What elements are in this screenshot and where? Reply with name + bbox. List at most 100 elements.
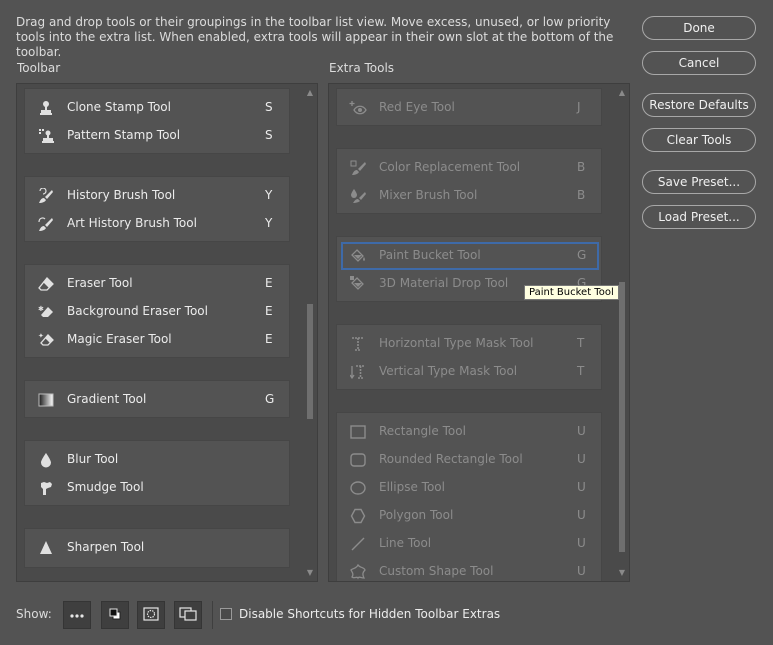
smudge-icon: [36, 480, 56, 496]
more-tools-icon: [69, 608, 85, 622]
art-history-brush-icon: [36, 216, 56, 232]
tool-row[interactable]: Rounded Rectangle Tool U: [337, 446, 601, 474]
tool-group[interactable]: History Brush Tool Y Art History Brush T…: [24, 176, 290, 242]
tool-group[interactable]: Clone Stamp Tool S Pattern Stamp Tool S: [24, 88, 290, 154]
show-label: Show:: [16, 607, 52, 621]
tool-row[interactable]: ✱ Background Eraser Tool E: [25, 298, 289, 326]
ellipse-icon: [348, 480, 368, 496]
tool-row-selected[interactable]: Paint Bucket Tool G: [341, 242, 599, 270]
tool-group[interactable]: Blur Tool Smudge Tool: [24, 440, 290, 506]
tool-label: Mixer Brush Tool: [379, 188, 478, 202]
save-preset-button[interactable]: Save Preset...: [642, 170, 756, 194]
quick-mask-button[interactable]: [137, 601, 165, 629]
clear-tools-button[interactable]: Clear Tools: [642, 128, 756, 152]
tool-shortcut: Y: [265, 188, 273, 202]
tool-label: Polygon Tool: [379, 508, 454, 522]
tool-row[interactable]: Custom Shape Tool U: [337, 558, 601, 581]
quick-mask-icon: [143, 606, 159, 624]
tool-label: Paint Bucket Tool: [379, 248, 481, 262]
tool-label: Pattern Stamp Tool: [67, 128, 181, 142]
screen-mode-button[interactable]: [174, 601, 202, 629]
tool-row[interactable]: Art History Brush Tool Y: [25, 210, 289, 238]
scroll-down-icon[interactable]: ▼: [304, 568, 316, 577]
tool-label: Background Eraser Tool: [67, 304, 208, 318]
tool-row[interactable]: Ellipse Tool U: [337, 474, 601, 502]
line-icon: [348, 536, 368, 552]
tool-row[interactable]: Color Replacement Tool B: [337, 154, 601, 182]
more-tools-button[interactable]: [63, 601, 91, 629]
gradient-icon: [36, 392, 56, 408]
paint-bucket-icon: [348, 248, 368, 264]
tool-shortcut: B: [577, 160, 586, 174]
extra-tools-list[interactable]: Red Eye Tool J Color Replacement Tool B …: [328, 83, 630, 582]
tool-label: Art History Brush Tool: [67, 216, 197, 230]
default-colors-button[interactable]: [101, 601, 129, 629]
scroll-up-icon[interactable]: ▲: [616, 88, 628, 97]
tool-row[interactable]: History Brush Tool Y: [25, 182, 289, 210]
svg-text:✦: ✦: [38, 332, 44, 340]
extra-tools-scrollbar[interactable]: ▲ ▼: [616, 84, 628, 581]
tool-group[interactable]: Sharpen Tool: [24, 528, 290, 568]
done-button[interactable]: Done: [642, 16, 756, 40]
tool-label: Ellipse Tool: [379, 480, 445, 494]
tool-row[interactable]: ✦ Magic Eraser Tool E: [25, 326, 289, 354]
background-eraser-icon: ✱: [36, 304, 56, 320]
tool-group[interactable]: Gradient Tool G: [24, 380, 290, 418]
eraser-icon: [36, 276, 56, 292]
tool-row[interactable]: Rectangle Tool U: [337, 418, 601, 446]
tool-group[interactable]: Red Eye Tool J: [336, 88, 602, 126]
tool-row[interactable]: Vertical Type Mask Tool T: [337, 358, 601, 386]
restore-defaults-button[interactable]: Restore Defaults: [642, 93, 756, 117]
tool-group[interactable]: Rectangle Tool U Rounded Rectangle Tool …: [336, 412, 602, 581]
tool-row[interactable]: Red Eye Tool J: [337, 94, 601, 122]
clone-stamp-icon: [36, 100, 56, 116]
tool-row[interactable]: Pattern Stamp Tool S: [25, 122, 289, 150]
custom-shape-icon: [348, 564, 368, 580]
tool-row[interactable]: Eraser Tool E: [25, 270, 289, 298]
tool-row[interactable]: Gradient Tool G: [25, 386, 289, 414]
footer-divider: [212, 601, 213, 629]
scrollbar-thumb[interactable]: [307, 304, 313, 419]
tool-row[interactable]: Polygon Tool U: [337, 502, 601, 530]
red-eye-icon: [348, 100, 368, 116]
toolbar-list-title: Toolbar: [17, 61, 61, 75]
tool-row[interactable]: Mixer Brush Tool B: [337, 182, 601, 210]
tool-shortcut: U: [577, 452, 586, 466]
scroll-down-icon[interactable]: ▼: [616, 568, 628, 577]
toolbar-list[interactable]: Clone Stamp Tool S Pattern Stamp Tool S …: [16, 83, 318, 582]
scroll-up-icon[interactable]: ▲: [304, 88, 316, 97]
tool-row[interactable]: Sharpen Tool: [25, 534, 289, 562]
tool-shortcut: T: [577, 336, 585, 350]
load-preset-button[interactable]: Load Preset...: [642, 205, 756, 229]
tool-row[interactable]: Line Tool U: [337, 530, 601, 558]
vertical-type-mask-icon: [348, 364, 368, 380]
tool-label: Sharpen Tool: [67, 540, 145, 554]
tool-label: Vertical Type Mask Tool: [379, 364, 518, 378]
cancel-button[interactable]: Cancel: [642, 51, 756, 75]
tool-row[interactable]: Horizontal Type Mask Tool T: [337, 330, 601, 358]
tool-shortcut: E: [265, 304, 273, 318]
tool-group[interactable]: Color Replacement Tool B Mixer Brush Too…: [336, 148, 602, 214]
disable-shortcuts-label[interactable]: Disable Shortcuts for Hidden Toolbar Ext…: [239, 607, 500, 621]
tool-shortcut: G: [265, 392, 275, 406]
tool-shortcut: S: [265, 128, 273, 142]
sharpen-icon: [36, 540, 56, 556]
tool-group[interactable]: Horizontal Type Mask Tool T Vertical Typ…: [336, 324, 602, 390]
tool-shortcut: S: [265, 100, 273, 114]
tool-group[interactable]: Eraser Tool E ✱ Background Eraser Tool E…: [24, 264, 290, 358]
tool-label: Rectangle Tool: [379, 424, 466, 438]
tool-label: Clone Stamp Tool: [67, 100, 171, 114]
tool-shortcut: G: [577, 248, 587, 262]
toolbar-scrollbar[interactable]: ▲ ▼: [304, 84, 316, 581]
tool-shortcut: U: [577, 508, 586, 522]
tool-shortcut: B: [577, 188, 586, 202]
tool-row[interactable]: Clone Stamp Tool S: [25, 94, 289, 122]
tool-label: Blur Tool: [67, 452, 119, 466]
tool-row[interactable]: Smudge Tool: [25, 474, 289, 502]
extra-tools-title: Extra Tools: [329, 61, 395, 75]
tool-shortcut: E: [265, 332, 273, 346]
scrollbar-thumb[interactable]: [619, 282, 625, 552]
tool-row[interactable]: Blur Tool: [25, 446, 289, 474]
3d-material-drop-icon: [348, 276, 368, 292]
disable-shortcuts-checkbox[interactable]: [220, 608, 232, 620]
